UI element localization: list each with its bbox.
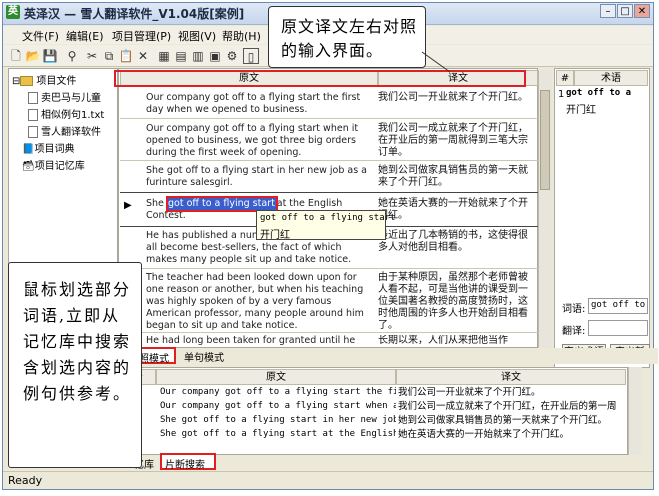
folder-open-icon [20,76,34,86]
callout-top-text: 原文译文左右对照的输入界面。 [281,17,418,60]
layout-toggle-icon[interactable]: ▯ [243,48,259,64]
row-divider [120,118,538,119]
target-cell[interactable]: 由于某种原因，虽然那个老师曾被人看不起，可是当他讲的课受到一位美国著名教授的高度… [378,272,536,332]
header-highlight-box [114,70,526,87]
table-row-source[interactable]: Our company got off to a flying start th… [160,386,396,399]
document-icon [28,109,38,121]
maximize-button[interactable]: □ [617,4,633,18]
source-cell[interactable]: The teacher had been looked down upon fo… [146,272,372,332]
table-row-source[interactable]: Our company got off to a flying start wh… [160,400,396,413]
import-icon[interactable]: ▤ [173,48,189,64]
book-icon: 📘 [22,144,35,155]
word-label: 词语: [562,304,586,315]
current-row-pointer: ▶ [124,200,132,211]
source-cell[interactable]: Our company got off to a flying start th… [146,92,372,116]
target-cell[interactable]: 她到公司做家具销售员的第一天就来了个开门红。 [378,165,536,189]
translation-label: 翻译: [562,326,586,337]
find-icon[interactable]: ⚲ [64,48,80,64]
lower-rows: Our company got off to a flying start th… [156,386,626,446]
tab-single-mode[interactable]: 单句模式 [184,349,224,364]
paste-icon[interactable]: 📋 [118,48,134,64]
menu-file[interactable]: 文件(F) [22,28,59,44]
lower-scrollbar[interactable] [628,367,642,455]
scrollbar-thumb[interactable] [540,90,550,190]
tree-item-memory[interactable]: 🗃项目记忆库 [22,157,85,172]
lower-col-target: 译文 [396,369,626,385]
callout-left: 鼠标划选部分词语,立即从记忆库中搜索含划选内容的例句供参考。 [8,262,142,468]
database-icon[interactable]: ▦ [156,48,172,64]
source-cell[interactable]: Our company got off to a flying start wh… [146,123,372,159]
term-row-num: 1 [558,89,565,100]
tree-item-file[interactable]: 卖巴马与儿童 [28,89,101,104]
tree-item-file[interactable]: 相似例句1.txt [28,106,104,121]
term-source[interactable]: got off to a [566,87,631,100]
term-target[interactable]: 开门红 [566,101,596,116]
copy-icon[interactable]: ⧉ [101,48,117,64]
callout-left-text: 鼠标划选部分词语,立即从记忆库中搜索含划选内容的例句供参考。 [23,280,132,403]
popup-source: got off to a flying start [260,213,396,223]
target-cell[interactable]: 长期以来，人们从来把他当作 [378,335,536,347]
menu-help[interactable]: 帮助(H) [222,28,261,44]
new-file-icon[interactable]: 🗋 [8,48,24,64]
callout-top: 原文译文左右对照的输入界面。 [268,6,426,68]
table-row-target[interactable]: 我们公司一成立就来了个开门红，在开业后的第一周 [398,400,624,413]
table-row-target[interactable]: 她在英语大赛的一开始就来了个开门红。 [398,428,624,441]
settings-icon[interactable]: ⚙ [224,48,240,64]
word-field[interactable]: got off to [588,298,648,314]
target-cell[interactable]: 最近出了几本畅销的书，这使得很多人对他刮目相看。 [378,230,536,254]
menu-view[interactable]: 视图(V) [178,28,216,44]
status-bar [3,471,653,489]
row-divider [120,192,538,193]
source-cell[interactable]: He had long been taken for granted until… [146,335,372,347]
menu-edit[interactable]: 编辑(E) [66,28,104,44]
cut-icon[interactable]: ✂ [84,48,100,64]
delete-icon[interactable]: ✕ [135,48,151,64]
term-col-term: 术语 [574,70,648,86]
memory-icon[interactable]: ▣ [207,48,223,64]
source-cell[interactable]: She got off to a flying start in her new… [146,165,372,189]
row-divider [120,268,538,269]
tree-item-file[interactable]: 雪人翻译软件 [28,123,101,138]
table-row-target[interactable]: 我们公司一开业就来了个开门红。 [398,386,624,399]
database-icon: 🗃 [22,161,35,172]
table-row-target[interactable]: 她到公司做家具销售员的第一天就来了个开门红。 [398,414,624,427]
popup-target: 开门红 [260,230,290,241]
tree-item-project-files[interactable]: ⊟ 项目文件 [12,72,76,87]
close-button[interactable]: ✕ [634,4,650,18]
folder-icon: ⊟ [12,76,21,87]
target-cell[interactable]: 我们公司一成立就来了个开门红，在开业后的第一周就得到三笔大宗订单。 [378,123,536,159]
export-icon[interactable]: ▥ [190,48,206,64]
app-icon: 英 [6,5,20,19]
save-icon[interactable]: 💾 [42,48,58,64]
table-row-source[interactable]: She got off to a flying start at the Eng… [160,428,396,441]
document-icon [28,92,38,104]
menu-project[interactable]: 项目管理(P) [112,28,171,44]
open-folder-icon[interactable]: 📂 [25,48,41,64]
row-divider [120,160,538,161]
target-cell[interactable]: 她在英语大赛的一开始就来了个开门红。 [378,198,536,222]
status-text: Ready [8,474,43,487]
lower-col-source: 原文 [156,369,396,385]
minimize-button[interactable]: – [600,4,616,18]
translation-field[interactable] [588,320,648,336]
document-icon [28,126,38,138]
table-row-source[interactable]: She got off to a flying start in her new… [160,414,396,427]
callout-pointer-icon [421,51,451,73]
tab-fragment-search[interactable]: 片断搜索 [160,453,216,471]
term-col-num: # [556,70,574,86]
window-title: 英泽汉 — 雪人翻译软件_V1.04版[案例] [24,7,245,21]
target-cell[interactable]: 我们公司一开业就来了个开门红。 [378,92,536,104]
row-divider [120,332,538,333]
tree-item-dictionary[interactable]: 📘项目词典 [22,140,74,155]
